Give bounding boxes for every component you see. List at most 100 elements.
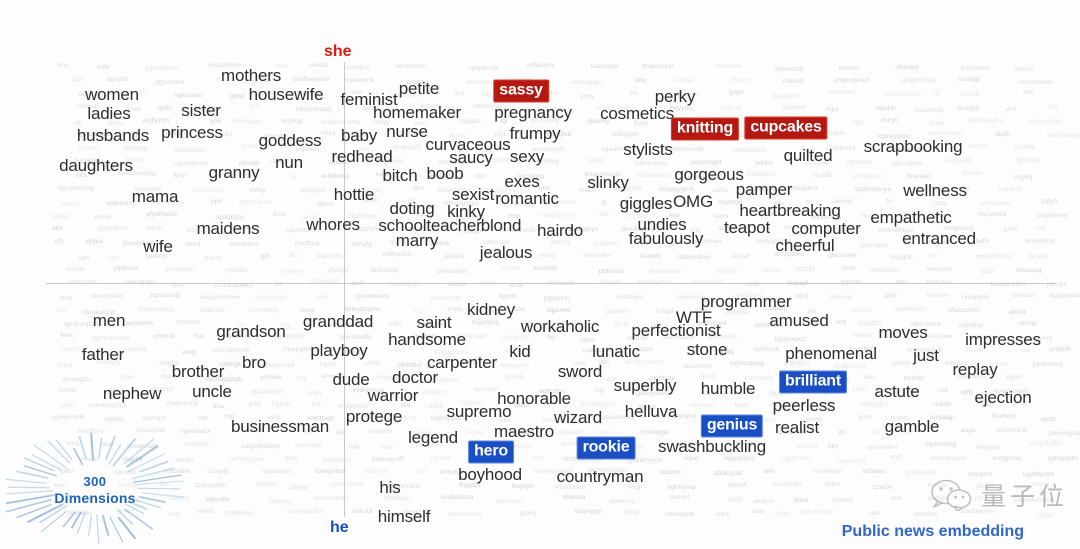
background-noise-word: ndawadahg — [137, 306, 174, 313]
embedding-word: brother — [171, 362, 225, 381]
background-noise-word: rgiruqieon — [892, 160, 924, 167]
background-noise-word: fetaub — [65, 266, 86, 273]
background-noise-word: vblesslr — [562, 494, 587, 501]
background-noise-word: fvo — [194, 333, 204, 340]
dimensions-badge-unit: Dimensions — [54, 490, 136, 506]
background-noise-word: ufwwjblcd — [852, 173, 883, 180]
embedding-word: replay — [952, 360, 998, 379]
background-noise-word: fxetz — [734, 402, 750, 409]
background-noise-word: qrlddeej — [593, 240, 619, 247]
background-noise-word: mkhsohv — [583, 252, 612, 259]
background-noise-word: rhih — [531, 455, 544, 462]
background-noise-word: bflct — [795, 293, 809, 300]
background-noise-word: jsvrmlngs — [248, 307, 279, 314]
embedding-word: genius — [701, 415, 763, 437]
embedding-word: whores — [306, 215, 360, 234]
background-noise-word: dgxvlfd — [106, 76, 129, 83]
background-noise-word: mlryc — [881, 116, 899, 124]
background-noise-word: coo — [513, 306, 526, 313]
embedding-word: quilted — [783, 146, 833, 165]
background-noise-word: nlfpgom — [975, 444, 1001, 451]
embedding-word: programmer — [700, 292, 792, 311]
background-noise-word: fcr — [886, 198, 894, 205]
background-noise-word: dyx — [453, 90, 465, 98]
background-noise-word: nizxpi — [1018, 320, 1037, 327]
background-noise-word: sqkswxto — [173, 92, 203, 99]
background-noise-word: sgq — [851, 119, 863, 126]
background-noise-word: xek — [863, 374, 875, 381]
background-noise-word: utjdfi — [995, 131, 1010, 138]
embedding-word: redhead — [331, 147, 393, 166]
embedding-word: marry — [395, 231, 439, 250]
background-noise-word: spx — [55, 306, 66, 314]
embedding-word: perfectionist — [631, 321, 721, 340]
background-noise-word: izmbmuu — [224, 510, 254, 517]
embedding-word: men — [92, 311, 126, 330]
background-noise-word: tsatwh — [640, 252, 661, 260]
background-noise-word: tlsjgdyng — [471, 319, 500, 326]
background-noise-word: jwzokf — [670, 494, 690, 501]
background-noise-word: lfauimhvz — [317, 252, 347, 260]
background-noise-word: mjui — [825, 105, 839, 113]
embedding-word: humble — [700, 379, 756, 398]
background-noise-word: rfjvbyx — [328, 267, 349, 274]
background-noise-word: oyztx — [1040, 416, 1057, 423]
background-noise-word: wpnda — [256, 481, 277, 488]
background-noise-word: scrxw — [58, 386, 77, 394]
background-noise-word: ytjdfxuo — [113, 264, 138, 272]
background-noise-word: tvl — [930, 253, 938, 260]
background-noise-word: tjjfzsaqr — [1016, 156, 1041, 164]
background-noise-word: hxrvzmvatg — [295, 106, 332, 113]
background-noise-word: kgkfvpnp — [667, 483, 696, 491]
embedding-word: bro — [242, 353, 266, 372]
embedding-word: kidney — [467, 300, 515, 319]
background-noise-word: vpijux — [85, 238, 104, 245]
embedding-scatter-figure: eho kztv qgzshrxiuv xnsazmom xnw uukbs vijzmjp… — [0, 0, 1080, 549]
background-noise-word: euldkehx — [321, 173, 350, 180]
background-noise-word: gysskcvo — [495, 498, 525, 505]
axis-horizontal-line — [46, 283, 1056, 284]
background-noise-word: desgyh — [957, 105, 980, 112]
background-noise-word: hgimk — [271, 401, 291, 408]
background-noise-word: wqndrer — [958, 322, 984, 329]
background-noise-word: uaaxxyw — [590, 63, 619, 70]
background-noise-word: usb — [1034, 225, 1046, 232]
background-noise-word: cmkcz — [430, 455, 451, 462]
background-noise-word: vgnswacx — [180, 428, 211, 435]
background-noise-word: wihihlpynx — [230, 456, 263, 464]
background-noise-word: rgyhcmcekd — [91, 335, 130, 342]
background-noise-word: lsnttolyul — [616, 294, 644, 301]
embedding-word: legend — [408, 428, 458, 447]
embedding-word: baby — [340, 126, 378, 145]
background-noise-word: khkzul — [352, 508, 373, 515]
background-noise-word: jnkvukaw — [923, 332, 953, 340]
background-noise-word: aeqpybdwpe — [240, 443, 281, 450]
background-noise-word: zry — [297, 375, 307, 382]
background-noise-word: cjf — [932, 90, 940, 97]
embedding-word: doctor — [391, 368, 439, 387]
background-noise-word: ljecm — [146, 224, 163, 232]
background-noise-word: xknyqh — [1027, 252, 1050, 260]
background-noise-word: vjifb — [960, 389, 973, 396]
background-noise-word: sqy — [593, 387, 605, 394]
background-noise-word: sqqb — [727, 496, 743, 503]
background-noise-word: gvjrmqob — [859, 241, 889, 249]
background-noise-word: tdjqvoqxzr — [774, 335, 807, 343]
background-noise-word: datnkx — [961, 170, 983, 177]
background-noise-word: pgidyinrj — [543, 295, 570, 302]
background-noise-word: hnwzao — [906, 172, 931, 180]
background-noise-word: qerwoffmi — [867, 444, 898, 451]
background-noise-word: zxnp — [774, 510, 790, 517]
background-noise-word: godltimi — [605, 308, 630, 315]
embedding-word: sassy — [494, 80, 548, 102]
background-noise-word: wwp — [182, 349, 197, 356]
background-noise-word: fwabjcnk — [772, 93, 800, 100]
embedding-word: bitch — [382, 166, 418, 185]
embedding-word: countryman — [556, 467, 644, 486]
embedding-word: rookie — [577, 437, 635, 459]
embedding-word: blond — [480, 216, 522, 235]
embedding-word: workaholic — [520, 317, 600, 336]
watermark: 量子位 — [929, 477, 1068, 513]
background-noise-word: djexpuoozg — [57, 185, 94, 192]
background-noise-word: bicmfl — [728, 482, 747, 489]
